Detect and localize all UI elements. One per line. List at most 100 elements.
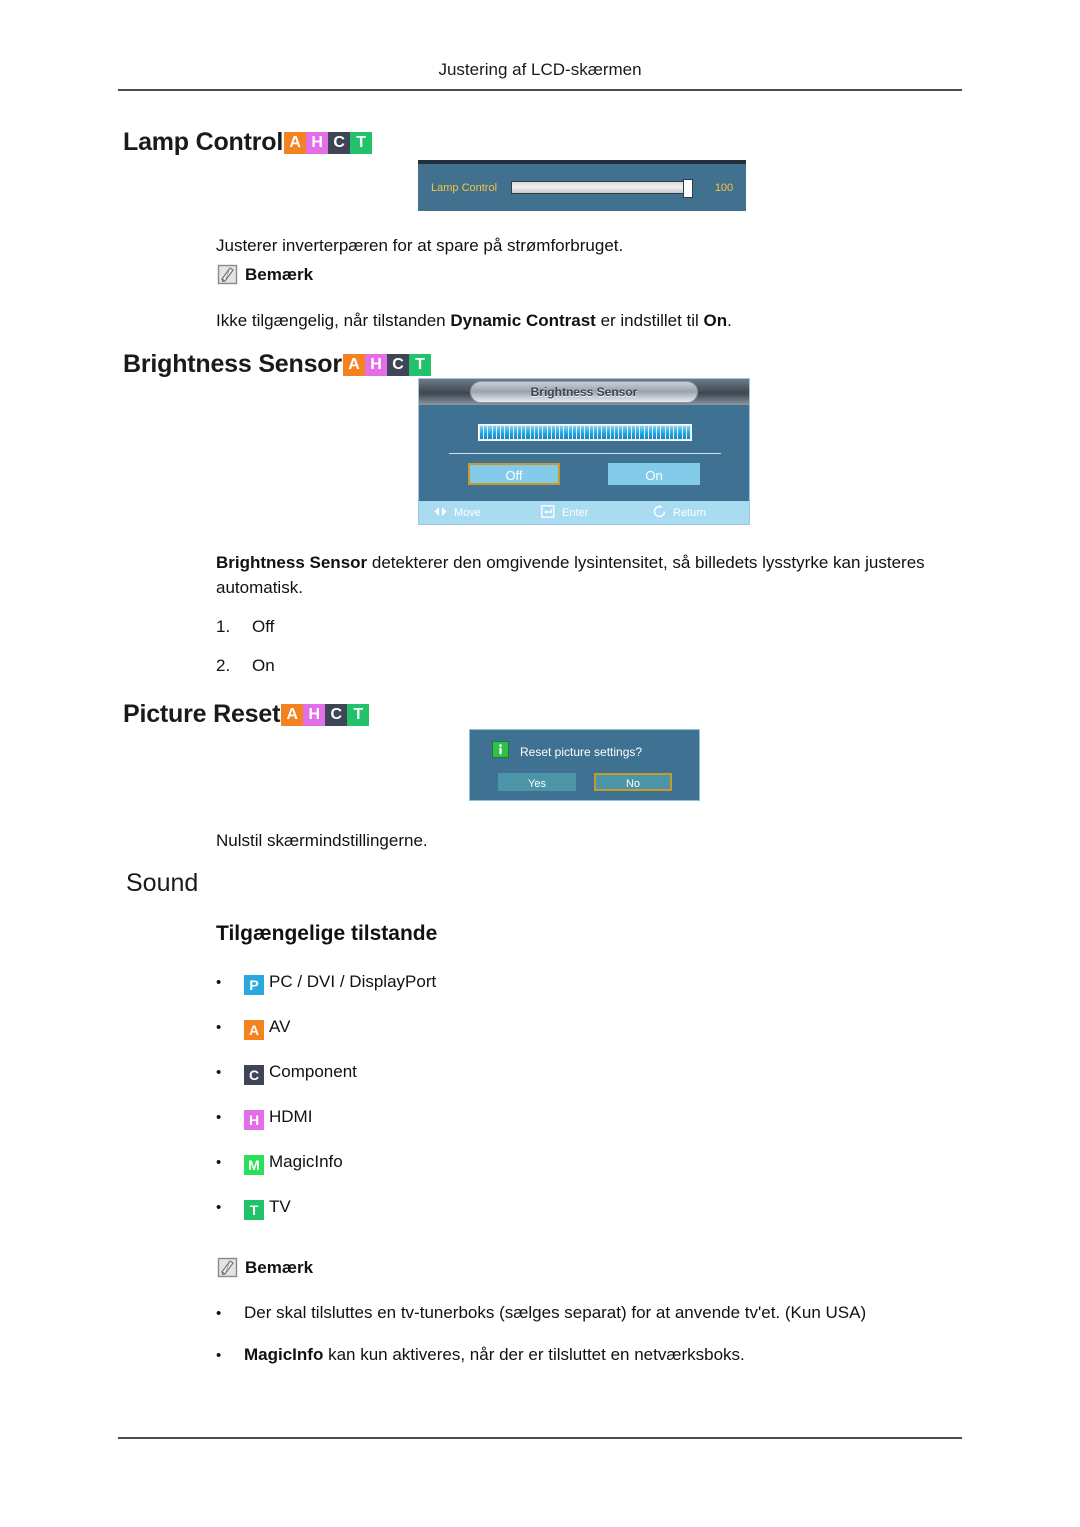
brightness-sensor-options-list: 1. Off 2. On	[216, 617, 275, 695]
osd-lamp-label: Lamp Control	[431, 181, 498, 194]
enter-key-icon	[541, 504, 556, 521]
badge-pc: P	[244, 975, 264, 995]
mode-label: Component	[269, 1062, 357, 1081]
badge-av: A	[244, 1020, 264, 1040]
osd-footer-enter-label: Enter	[562, 506, 589, 519]
note-icon	[217, 264, 238, 285]
seg	[686, 426, 690, 439]
bullet-icon: •	[216, 1347, 222, 1364]
bullet-icon: •	[216, 1154, 222, 1171]
seg	[551, 426, 555, 439]
osd-pr-button-yes[interactable]: Yes	[498, 773, 576, 791]
seg	[581, 426, 585, 439]
seg	[539, 426, 543, 439]
note-label-text: Bemærk	[245, 264, 314, 284]
seg	[619, 426, 623, 439]
badge-component: C	[328, 131, 351, 154]
seg	[585, 426, 589, 439]
seg	[669, 426, 674, 439]
badge-av: A	[342, 353, 365, 376]
mode-label: TV	[269, 1197, 291, 1216]
osd-footer-move: Move	[433, 506, 541, 520]
osd-bs-title: Brightness Sensor	[470, 381, 698, 403]
badge-hdmi: H	[303, 703, 326, 726]
picture-reset-description: Nulstil skærmindstillingerne.	[216, 831, 428, 850]
mode-badges-brightness-sensor: A H C T	[342, 353, 431, 376]
list-item: 2. On	[216, 656, 275, 676]
note-entry: Der skal tilsluttes en tv-tunerboks (sæl…	[244, 1303, 866, 1323]
osd-footer-return-label: Return	[673, 506, 707, 519]
page-header-title: Justering af LCD-skærmen	[438, 60, 642, 79]
note-text-part-3: .	[727, 311, 732, 330]
seg	[492, 426, 496, 439]
seg	[589, 426, 593, 439]
seg	[631, 426, 636, 439]
header-divider	[118, 89, 962, 91]
section-heading-brightness-sensor: Brightness Sensor A H C T	[123, 350, 431, 379]
list-item: • Der skal tilsluttes en tv-tunerboks (s…	[216, 1303, 976, 1323]
note-block-lamp-control: Bemærk	[217, 264, 313, 285]
mode-badges-picture-reset: A H C T	[281, 703, 370, 726]
section-heading-picture-reset: Picture Reset A H C T	[123, 700, 370, 729]
seg	[593, 426, 598, 439]
sound-modes-list: • P PC / DVI / DisplayPort • A AV • C Compo…	[216, 972, 436, 1242]
seg	[522, 426, 526, 439]
osd-footer-move-label: Move	[454, 506, 481, 519]
sub-heading-available-modes: Tilgængelige tilstande	[216, 922, 438, 945]
footer-divider	[118, 1437, 962, 1439]
seg	[640, 426, 644, 439]
list-item: • H HDMI	[216, 1107, 436, 1130]
seg	[652, 426, 657, 439]
osd-lamp-slider-knob[interactable]	[683, 179, 693, 198]
info-icon	[492, 741, 509, 763]
note-text-bold-on: On	[703, 311, 728, 330]
badge-tv: T	[244, 1200, 264, 1220]
badge-av: A	[281, 703, 304, 726]
option-label: On	[252, 656, 275, 675]
list-item: • T TV	[216, 1197, 436, 1220]
seg	[517, 426, 522, 439]
seg	[657, 426, 661, 439]
seg	[534, 426, 539, 439]
badge-component: C	[244, 1065, 264, 1085]
osd-lamp-control-slider[interactable]: Lamp Control 100	[418, 160, 746, 211]
note-text-part-2: er indstillet til	[595, 311, 704, 330]
picture-reset-heading-text: Picture Reset	[123, 700, 281, 728]
bullet-icon: •	[216, 1109, 222, 1126]
seg	[568, 426, 572, 439]
osd-lamp-slider-track[interactable]	[511, 179, 693, 198]
badge-tv: T	[347, 703, 370, 726]
osd-pr-message: Reset picture settings?	[520, 745, 643, 759]
osd-pr-button-no[interactable]: No	[594, 773, 672, 791]
mode-entry: T TV	[244, 1197, 291, 1220]
note-label-text: Bemærk	[245, 1257, 314, 1277]
note-entry: MagicInfo kan kun aktiveres, når der er …	[244, 1345, 745, 1365]
seg	[564, 426, 568, 439]
osd-bs-button-on[interactable]: On	[608, 463, 700, 485]
seg	[627, 426, 631, 439]
seg	[488, 426, 492, 439]
badge-hdmi: H	[306, 131, 329, 154]
osd-picture-reset-dialog[interactable]: Reset picture settings? Yes No	[469, 729, 700, 801]
seg	[530, 426, 534, 439]
bullet-icon: •	[216, 1019, 222, 1036]
mode-entry: M MagicInfo	[244, 1152, 343, 1175]
seg	[610, 426, 614, 439]
list-item: • MagicInfo kan kun aktiveres, når der e…	[216, 1345, 976, 1365]
list-item: • C Component	[216, 1062, 436, 1085]
seg	[598, 426, 602, 439]
osd-bs-level-bar	[478, 424, 692, 441]
seg	[513, 426, 517, 439]
osd-brightness-sensor-panel[interactable]: Brightness Sensor Off On Move Enter Retu…	[418, 378, 750, 525]
osd-footer-enter: Enter	[541, 504, 653, 521]
seg	[501, 426, 505, 439]
osd-bs-button-off[interactable]: Off	[468, 463, 560, 485]
osd-bs-divider	[449, 453, 721, 454]
note-entry-text: Der skal tilsluttes en tv-tunerboks (sæl…	[244, 1303, 867, 1322]
lamp-control-heading-text: Lamp Control	[123, 128, 284, 156]
mode-entry: C Component	[244, 1062, 357, 1085]
badge-tv: T	[350, 131, 373, 154]
note-block-sound: Bemærk	[217, 1257, 313, 1278]
mode-label: MagicInfo	[269, 1152, 343, 1171]
seg	[480, 426, 484, 439]
